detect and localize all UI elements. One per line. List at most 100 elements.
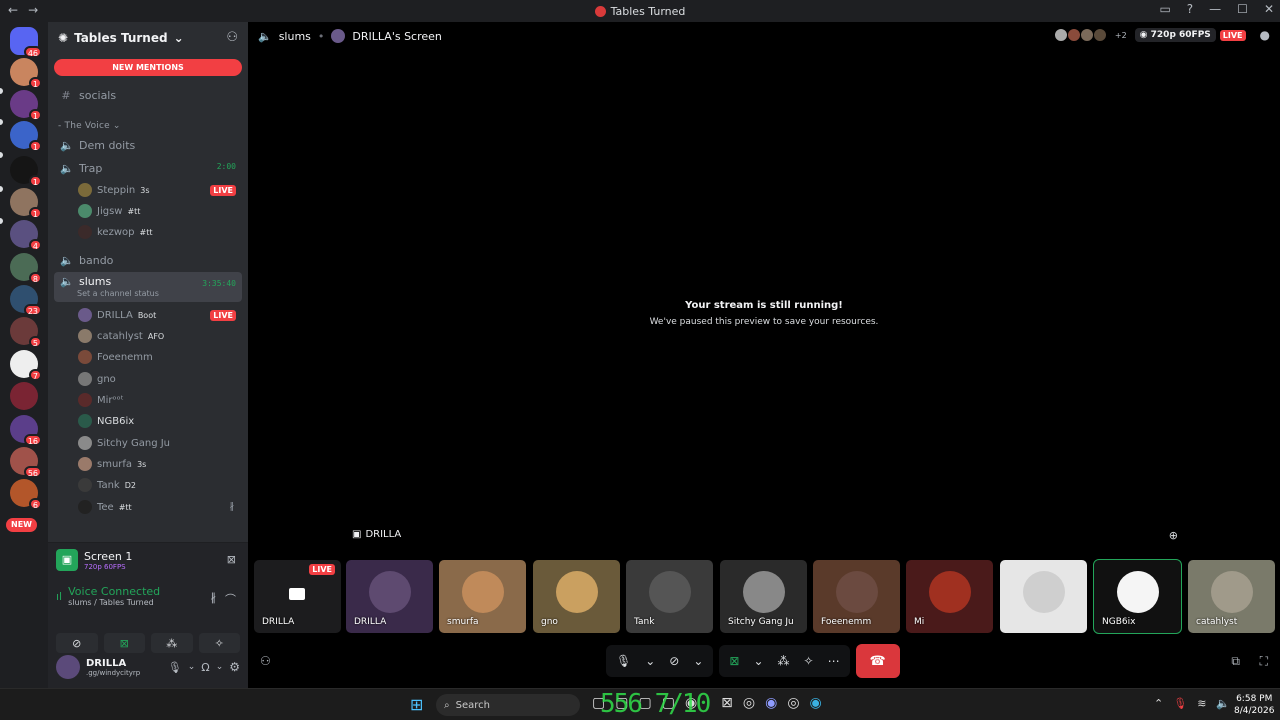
channel-slums[interactable]: 🔈 slums 3:35:40 Set a channel status (54, 272, 242, 302)
activities-icon[interactable]: ⁂ (778, 654, 790, 668)
taskbar-clock[interactable]: 6:58 PM 8/4/2026 (1234, 693, 1274, 717)
steam-icon[interactable]: ◎ (743, 695, 755, 711)
voice-user[interactable]: smurfa 3s (78, 454, 242, 474)
voice-user[interactable]: Sitchy Gang Ju (78, 433, 242, 453)
server-icon-11[interactable] (10, 382, 38, 410)
noise-suppression-icon[interactable]: ∦ (211, 591, 217, 604)
category-the-voice[interactable]: - The Voice ⌄ (58, 121, 121, 131)
server-icon-14[interactable]: 6 (10, 479, 42, 510)
voice-user[interactable]: DRILLA Boot LIVE (78, 305, 242, 325)
participant-tile[interactable]: Sitchy Gang Ju (720, 560, 807, 633)
chrome-icon[interactable]: ◎ (787, 695, 799, 711)
headphones-icon[interactable]: Ω (201, 661, 209, 674)
disconnect-icon[interactable]: ⌒ (225, 591, 236, 607)
microphone-icon[interactable]: 🎙 (168, 661, 182, 674)
server-icon-2[interactable]: 1 (10, 90, 42, 121)
fullscreen-icon[interactable]: ⛶ (1260, 654, 1268, 669)
discord-icon[interactable]: ◉ (765, 695, 777, 711)
voice-user[interactable]: Tank D2 (78, 475, 242, 495)
voice-location[interactable]: slums / Tables Turned (68, 598, 160, 607)
viewer-avatar[interactable] (1066, 28, 1081, 42)
voice-user[interactable]: Tee #tt ∦ (78, 497, 242, 517)
channel-trap[interactable]: 🔈 Trap 2:00 (54, 157, 242, 179)
screen-share-icon[interactable]: ⊠ (729, 654, 739, 668)
server-icon-6[interactable]: 4 (10, 220, 42, 251)
viewer-avatar[interactable] (1053, 28, 1068, 42)
participant-tile[interactable]: NGB6ix (1093, 559, 1182, 634)
voice-user[interactable]: kezwop #tt (78, 222, 242, 242)
invite-icon[interactable]: ⚇ (260, 654, 271, 668)
participant-tile[interactable]: smurfa (439, 560, 526, 633)
chat-bubble-icon[interactable]: ● (1260, 28, 1270, 42)
maximize-button[interactable]: ☐ (1237, 2, 1248, 16)
server-icon-3[interactable]: 1 (10, 121, 42, 152)
extra-viewers-count[interactable]: +2 (1115, 31, 1127, 40)
popout-icon[interactable]: ⧉ (1231, 654, 1240, 669)
voice-user[interactable]: Jigsw #tt (78, 201, 242, 221)
forward-arrow-icon[interactable]: → (28, 3, 38, 17)
stream-channel-name[interactable]: slums (279, 30, 311, 43)
server-header[interactable]: ✺ Tables Turned ⌄ ⚇ (48, 22, 248, 54)
wifi-icon[interactable]: ≋ (1197, 697, 1206, 710)
server-icon-4[interactable]: 1 (10, 156, 42, 187)
edge-icon[interactable]: ◉ (810, 695, 822, 711)
participant-tile[interactable]: gno (533, 560, 620, 633)
app-icon[interactable]: ⊠ (721, 695, 733, 711)
server-icon-1[interactable]: 1 (10, 58, 42, 89)
participant-tile[interactable] (1000, 560, 1087, 633)
channel-socials[interactable]: # socials (54, 84, 242, 106)
server-icon-7[interactable]: 8 (10, 253, 42, 284)
server-icon-8[interactable]: 23 (10, 285, 42, 316)
participant-tile[interactable]: catahlyst (1188, 560, 1275, 633)
chevron-down-icon[interactable]: ⌄ (753, 654, 763, 668)
voice-user[interactable]: catahlyst AFO (78, 326, 242, 346)
zoom-icon[interactable]: ⊕ (1169, 529, 1178, 542)
participant-tile[interactable]: DRILLA (346, 560, 433, 633)
chevron-down-icon[interactable]: ⌄ (188, 662, 196, 672)
more-options-icon[interactable]: ⋯ (828, 654, 840, 668)
microphone-icon[interactable]: 🎙 (1173, 697, 1187, 710)
server-icon-9[interactable]: 5 (10, 317, 42, 348)
channel-dem-doits[interactable]: 🔈 Dem doits (54, 134, 242, 156)
signal-icon[interactable]: ıl (56, 590, 62, 603)
voice-user[interactable]: NGB6ix (78, 411, 242, 431)
home-button[interactable]: 46 (10, 27, 42, 58)
channel-bando[interactable]: 🔈 bando (54, 249, 242, 271)
viewer-avatar[interactable] (1092, 28, 1107, 42)
chevron-down-icon[interactable]: ⌄ (645, 654, 655, 668)
channel-status-input[interactable]: Set a channel status (77, 289, 159, 298)
volume-icon[interactable]: 🔈 (1216, 697, 1230, 710)
disconnect-button[interactable]: ☎ (855, 644, 900, 678)
soundboard-icon[interactable]: ✧ (804, 654, 814, 668)
participant-tile[interactable]: DRILLA LIVE (254, 560, 341, 633)
chevron-down-icon[interactable]: ⌄ (693, 654, 703, 668)
chevron-up-icon[interactable]: ⌃ (1154, 697, 1163, 710)
avatar[interactable] (56, 655, 80, 679)
voice-user[interactable]: Foeenemm (78, 347, 242, 367)
add-member-icon[interactable]: ⚇ (226, 30, 238, 45)
new-unreads-pill[interactable]: NEW (6, 518, 37, 532)
new-mentions-bar[interactable]: NEW MENTIONS (54, 59, 242, 76)
participant-tile[interactable]: Mi (906, 560, 993, 633)
server-icon-10[interactable]: 7 (10, 350, 42, 381)
help-icon[interactable]: ? (1187, 2, 1193, 16)
server-icon-13[interactable]: 56 (10, 447, 42, 478)
close-button[interactable]: ✕ (1264, 2, 1274, 16)
voice-user[interactable]: Mirᵒᵒᵗ (78, 390, 242, 410)
windows-start-icon[interactable]: ⊞ (410, 695, 423, 714)
inbox-icon[interactable]: ▭ (1159, 2, 1170, 16)
server-icon-5[interactable]: 1 (10, 188, 42, 219)
back-arrow-icon[interactable]: ← (8, 3, 18, 17)
voice-user[interactable]: Steppin 3s LIVE (78, 180, 242, 200)
microphone-icon[interactable]: 🎙 (616, 654, 631, 668)
stop-stream-icon[interactable]: ⊠ (227, 553, 236, 566)
voice-user[interactable]: gno (78, 369, 242, 389)
minimize-button[interactable]: — (1209, 2, 1221, 16)
taskbar-search[interactable]: ⌕ Search (436, 694, 580, 716)
participant-tile[interactable]: Tank (626, 560, 713, 633)
chevron-down-icon[interactable]: ⌄ (216, 662, 224, 672)
camera-off-icon[interactable]: ⊘ (669, 654, 679, 668)
participant-tile[interactable]: Foeenemm (813, 560, 900, 633)
server-icon-12[interactable]: 16 (10, 415, 42, 446)
settings-gear-icon[interactable]: ⚙ (229, 660, 240, 674)
